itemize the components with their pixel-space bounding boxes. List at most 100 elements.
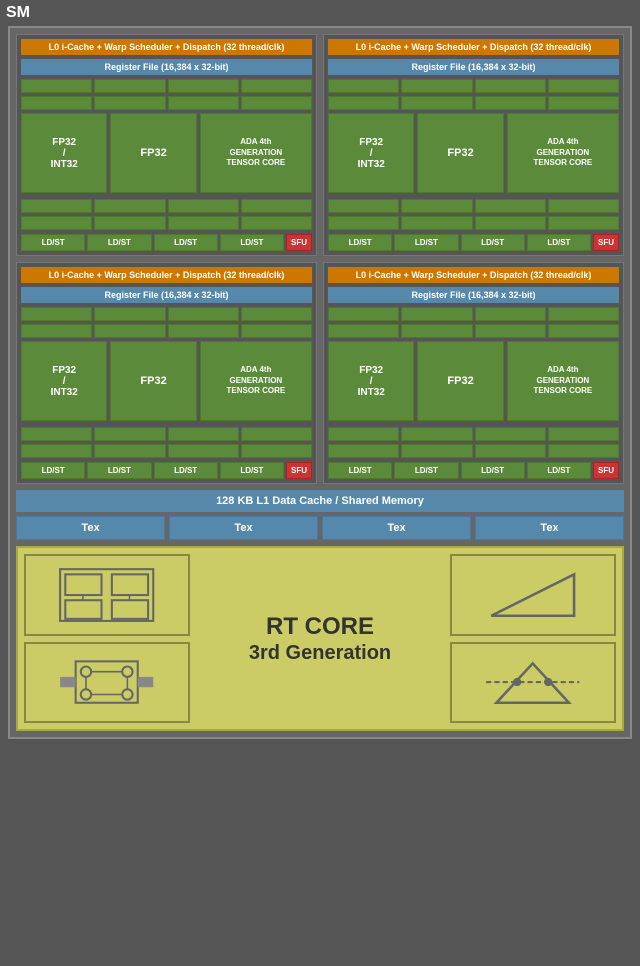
fp32-block-1: FP32 (110, 113, 196, 193)
ldst-cell: LD/ST (527, 234, 591, 251)
tex-row: Tex Tex Tex Tex (16, 516, 624, 540)
green-cell (241, 199, 312, 213)
tex-cell-4: Tex (475, 516, 624, 540)
tex-cell-1: Tex (16, 516, 165, 540)
green-cell (168, 216, 239, 230)
green-cell (475, 216, 546, 230)
core-area-3: FP32 / INT32 FP32 ADA 4th GENERATION TEN… (21, 341, 312, 421)
sub-block-1: L0 i-Cache + Warp Scheduler + Dispatch (… (16, 34, 317, 256)
outer-container: L0 i-Cache + Warp Scheduler + Dispatch (… (8, 26, 632, 739)
bot-green-grid-2b (328, 216, 619, 230)
top-green-grid-4b (328, 324, 619, 338)
ldst-row-4: LD/ST LD/ST LD/ST LD/ST SFU (328, 462, 619, 479)
core-area-1: FP32 / INT32 FP32 ADA 4th GENERATION TEN… (21, 113, 312, 193)
ldst-cell: LD/ST (154, 234, 218, 251)
green-cell (168, 444, 239, 458)
ldst-cell: LD/ST (21, 462, 85, 479)
green-cell (21, 199, 92, 213)
green-cell (241, 96, 312, 110)
green-cell (401, 427, 472, 441)
green-cell (475, 79, 546, 93)
bot-green-grid-2 (328, 199, 619, 213)
ldst-cell: LD/ST (87, 462, 151, 479)
sfu-cell: SFU (286, 462, 312, 479)
ldst-cell: LD/ST (220, 462, 284, 479)
ldst-cell: LD/ST (220, 234, 284, 251)
tensor-block-1: ADA 4th GENERATION TENSOR CORE (200, 113, 312, 193)
green-cell (328, 444, 399, 458)
green-cell (241, 216, 312, 230)
sfu-cell: SFU (593, 234, 619, 251)
fp32-int32-block-4: FP32 / INT32 (328, 341, 414, 421)
green-cell (168, 427, 239, 441)
green-cell (241, 307, 312, 321)
sm-label: SM (0, 0, 640, 26)
green-cell (241, 79, 312, 93)
ldst-cell: LD/ST (328, 462, 392, 479)
ldst-cell: LD/ST (328, 234, 392, 251)
ldst-row-3: LD/ST LD/ST LD/ST LD/ST SFU (21, 462, 312, 479)
green-cell (328, 96, 399, 110)
register-file-4: Register File (16,384 x 32-bit) (328, 287, 619, 303)
green-cell (328, 324, 399, 338)
green-cell (328, 199, 399, 213)
green-cell (94, 307, 165, 321)
fp32-int32-block-1: FP32 / INT32 (21, 113, 107, 193)
core-area-2: FP32 / INT32 FP32 ADA 4th GENERATION TEN… (328, 113, 619, 193)
tensor-block-3: ADA 4th GENERATION TENSOR CORE (200, 341, 312, 421)
tensor-col: ADA 4th GENERATION TENSOR CORE (200, 113, 312, 193)
green-cell (94, 96, 165, 110)
top-green-grid-3b (21, 324, 312, 338)
green-cell (475, 307, 546, 321)
green-cell (168, 79, 239, 93)
circuit-icon (42, 651, 171, 713)
ray-intersection-icon (468, 651, 597, 713)
green-cell (401, 79, 472, 93)
green-cell (401, 216, 472, 230)
green-cell (475, 324, 546, 338)
sub-block-2: L0 i-Cache + Warp Scheduler + Dispatch (… (323, 34, 624, 256)
fp32-int32-block-3: FP32 / INT32 (21, 341, 107, 421)
green-cell (475, 427, 546, 441)
sub-blocks-grid: L0 i-Cache + Warp Scheduler + Dispatch (… (16, 34, 624, 484)
green-cell (241, 427, 312, 441)
warp-header-3: L0 i-Cache + Warp Scheduler + Dispatch (… (21, 267, 312, 283)
warp-header-1: L0 i-Cache + Warp Scheduler + Dispatch (… (21, 39, 312, 55)
green-cell (401, 324, 472, 338)
green-cell (548, 216, 619, 230)
sfu-cell: SFU (286, 234, 312, 251)
fp32-int32-col: FP32 / INT32 (21, 113, 107, 193)
green-cell (475, 444, 546, 458)
bot-green-grid-4 (328, 427, 619, 441)
rt-icon-box-2 (24, 642, 190, 724)
fp32-int32-col-4: FP32 / INT32 (328, 341, 414, 421)
green-cell (21, 427, 92, 441)
ldst-cell: LD/ST (21, 234, 85, 251)
warp-header-4: L0 i-Cache + Warp Scheduler + Dispatch (… (328, 267, 619, 283)
ldst-cell: LD/ST (394, 462, 458, 479)
ldst-cell: LD/ST (394, 234, 458, 251)
top-green-grid-2 (328, 79, 619, 93)
fp32-block-2: FP32 (417, 113, 503, 193)
bot-green-grid-1 (21, 199, 312, 213)
bot-green-grid-3b (21, 444, 312, 458)
top-green-grid-2b (328, 96, 619, 110)
ldst-row-2: LD/ST LD/ST LD/ST LD/ST SFU (328, 234, 619, 251)
fp32-col-4: FP32 (417, 341, 503, 421)
rt-core-title: RT CORE (249, 613, 391, 642)
green-cell (94, 427, 165, 441)
green-cell (21, 307, 92, 321)
fp32-col-2: FP32 (417, 113, 503, 193)
tensor-col-2: ADA 4th GENERATION TENSOR CORE (507, 113, 619, 193)
green-cell (401, 96, 472, 110)
green-cell (94, 216, 165, 230)
ldst-row-1: LD/ST LD/ST LD/ST LD/ST SFU (21, 234, 312, 251)
bot-green-grid-4b (328, 444, 619, 458)
warp-header-2: L0 i-Cache + Warp Scheduler + Dispatch (… (328, 39, 619, 55)
green-cell (401, 307, 472, 321)
triangle-icon (468, 564, 597, 626)
fp32-col: FP32 (110, 113, 196, 193)
tensor-col-3: ADA 4th GENERATION TENSOR CORE (200, 341, 312, 421)
tensor-block-2: ADA 4th GENERATION TENSOR CORE (507, 113, 619, 193)
register-file-3: Register File (16,384 x 32-bit) (21, 287, 312, 303)
